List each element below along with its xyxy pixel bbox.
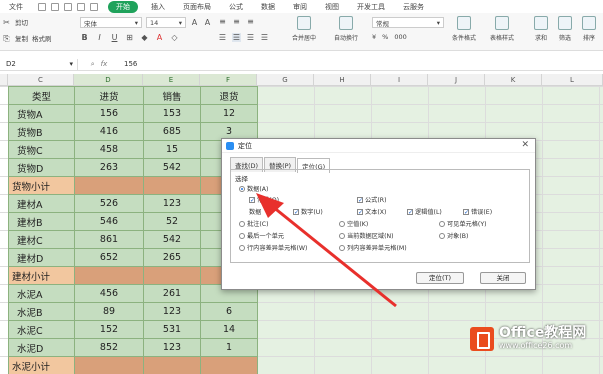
watermark: Office教程网 www.office26.com (470, 326, 586, 351)
watermark-brand: Office教程网 (499, 325, 587, 341)
red-arrow-annotation (256, 193, 397, 308)
watermark-url: www.office26.com (499, 341, 573, 350)
office-logo-icon (470, 326, 494, 351)
arrow-shaft (261, 196, 397, 308)
